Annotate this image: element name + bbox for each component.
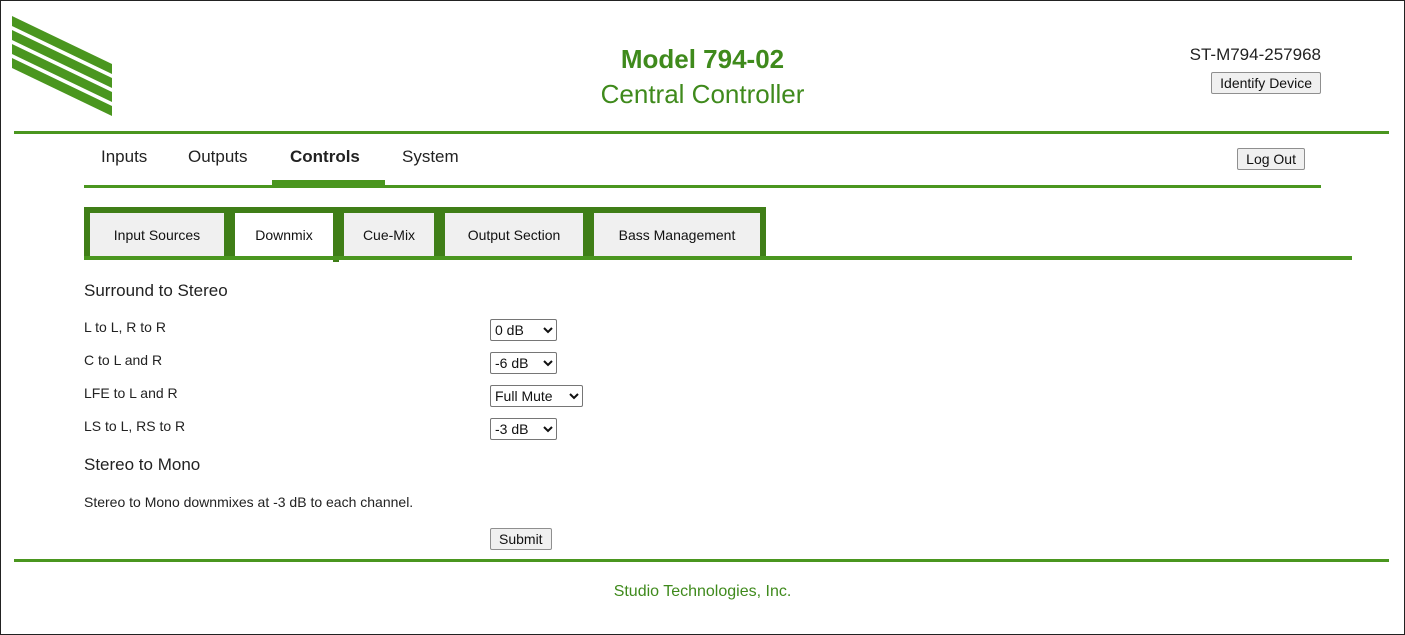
logout-button[interactable]: Log Out: [1237, 148, 1305, 170]
footer-company: Studio Technologies, Inc.: [613, 583, 792, 600]
select-surround-level[interactable]: -3 dB: [490, 418, 557, 440]
device-serial: ST-M794-257968: [1189, 45, 1321, 64]
header-divider: [14, 131, 1389, 134]
select-l-r-level[interactable]: 0 dB: [490, 319, 557, 341]
tab-bass-management[interactable]: Bass Management: [588, 207, 766, 256]
nav-item-inputs[interactable]: Inputs: [101, 147, 147, 167]
nav-divider: [84, 185, 1321, 188]
footer-divider: [14, 559, 1389, 562]
submit-button[interactable]: Submit: [490, 528, 552, 550]
row-label-lfe: LFE to L and R: [84, 385, 178, 401]
tab-output-section[interactable]: Output Section: [439, 207, 589, 256]
nav-item-system[interactable]: System: [402, 147, 459, 167]
section-title-mono: Stereo to Mono: [84, 455, 201, 474]
row-label-l-r: L to L, R to R: [84, 319, 166, 335]
nav-item-controls[interactable]: Controls: [290, 147, 360, 167]
select-c-level[interactable]: -6 dB: [490, 352, 557, 374]
section-title-surround: Surround to Stereo: [84, 281, 228, 300]
tab-input-sources[interactable]: Input Sources: [84, 207, 230, 256]
nav-item-outputs[interactable]: Outputs: [188, 147, 248, 167]
tab-downmix[interactable]: Downmix: [229, 207, 339, 262]
row-label-c: C to L and R: [84, 352, 163, 368]
select-lfe-level[interactable]: Full Mute: [490, 385, 583, 407]
tab-bar-underline: [84, 256, 1352, 260]
device-subtitle: Central Controller: [600, 79, 805, 109]
row-label-surround: LS to L, RS to R: [84, 418, 186, 434]
identify-device-button[interactable]: Identify Device: [1211, 72, 1321, 94]
tab-cue-mix[interactable]: Cue-Mix: [338, 207, 440, 256]
mono-note: Stereo to Mono downmixes at -3 dB to eac…: [84, 494, 414, 510]
